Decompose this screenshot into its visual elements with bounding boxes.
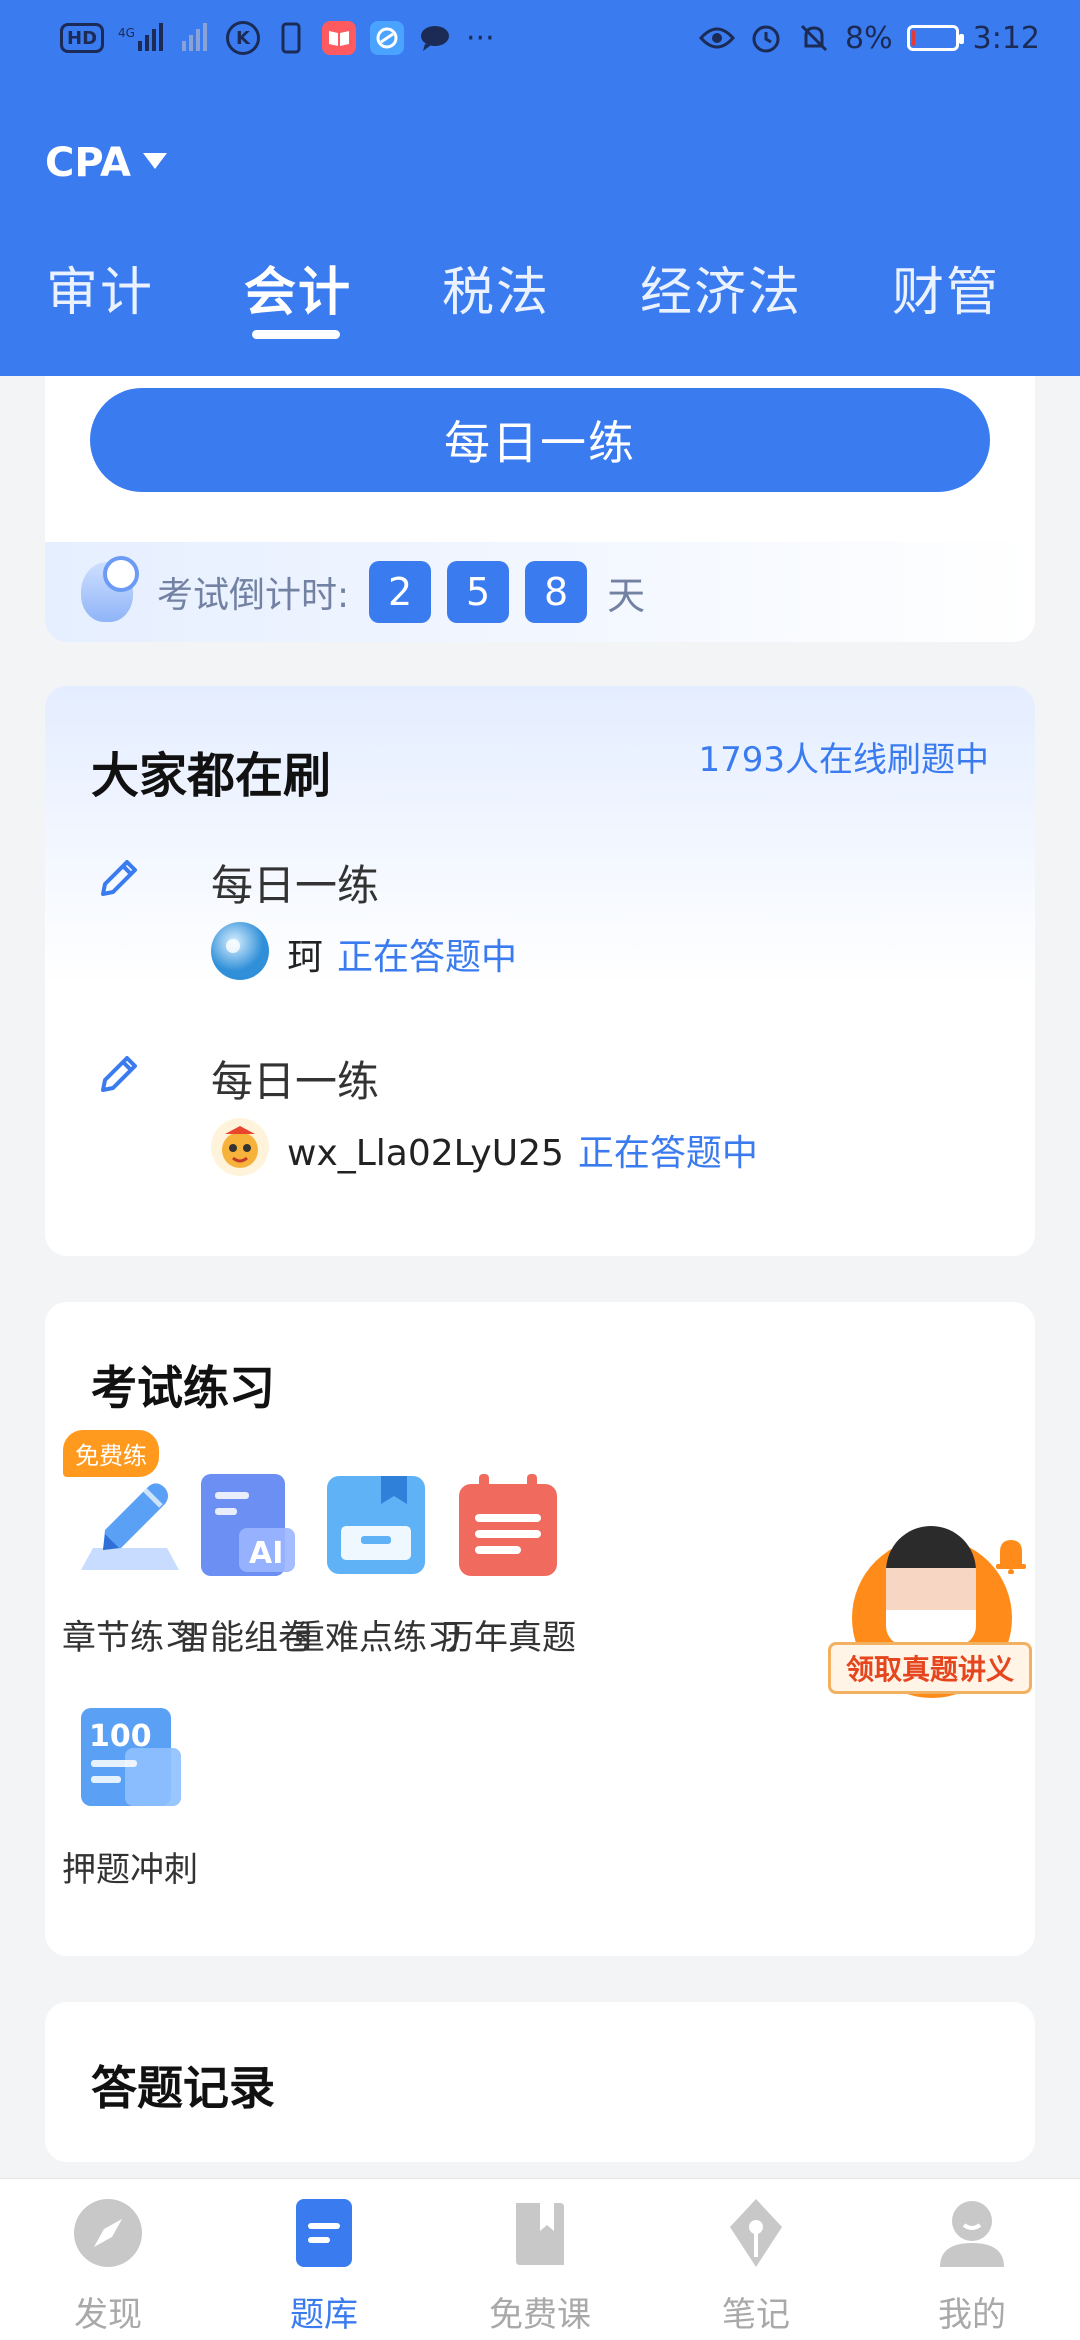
avatar (211, 922, 269, 980)
svg-text:4G: 4G (118, 26, 135, 40)
exam-selector-label: CPA (45, 140, 131, 186)
tab-accounting[interactable]: 会计 (244, 250, 352, 325)
book-icon (504, 2197, 576, 2269)
more-icon: ··· (466, 20, 495, 56)
clock-time: 3:12 (972, 20, 1040, 56)
inbox-icon (321, 1470, 431, 1580)
tab-financial-management[interactable]: 财管 (892, 250, 1000, 325)
section-title: 大家都在刷 (91, 748, 332, 804)
nav-question-bank[interactable]: 题库 (254, 2197, 394, 2336)
user-name: 珂 (287, 937, 324, 978)
answer-records-card[interactable]: 答题记录 (45, 2002, 1035, 2162)
question-bank-icon (288, 2197, 360, 2269)
message-app-icon (418, 21, 452, 55)
past-exams[interactable]: 历年真题 (423, 1470, 593, 1659)
countdown-digit: 8 (525, 561, 588, 623)
feature-label: 历年真题 (440, 1618, 576, 1658)
battery-icon (906, 25, 964, 51)
mute-bell-icon (797, 21, 831, 55)
nav-label: 免费课 (489, 2295, 591, 2335)
status-right: 8% 3:12 (699, 21, 1040, 56)
avatar (211, 1118, 269, 1176)
countdown-unit: 天 (607, 573, 646, 618)
tab-tax-law[interactable]: 税法 (442, 250, 550, 325)
promo-floating-button[interactable]: 领取真题讲义 (826, 1512, 1036, 1722)
subject-tabs: 审计 会计 税法 经济法 财管 (0, 250, 1080, 350)
svg-text:100: 100 (89, 1719, 152, 1754)
pencil-icon (101, 860, 137, 896)
exam-countdown: 考试倒计时: 2 5 8 天 (45, 542, 1035, 642)
user-status: 正在答题中 (577, 1133, 758, 1174)
score-100-icon: 100 (75, 1702, 185, 1812)
bell-icon (994, 1534, 1028, 1583)
eye-icon (699, 21, 736, 55)
svg-text:AI: AI (249, 1536, 283, 1571)
teacher-avatar (886, 1526, 976, 1646)
activity-item[interactable]: 每日一练 珂正在答题中 (95, 856, 795, 986)
profile-icon (936, 2197, 1008, 2269)
nav-label: 发现 (74, 2295, 142, 2335)
book-app-icon (322, 21, 357, 55)
battery-percent: 8% (845, 20, 893, 56)
section-title: 考试练习 (91, 1361, 275, 1415)
bottom-nav: 发现 题库 免费课 笔记 我的 (0, 2178, 1080, 2340)
user-status: 正在答题中 (337, 937, 518, 978)
nav-label: 我的 (938, 2295, 1006, 2335)
countdown-label: 考试倒计时: (157, 575, 350, 616)
free-badge: 免费练 (63, 1430, 159, 1477)
clock-icon (81, 556, 139, 622)
caret-down-icon (142, 153, 167, 169)
nav-free-courses[interactable]: 免费课 (470, 2197, 610, 2336)
signal-2-icon (178, 21, 212, 55)
hd-icon: HD (60, 23, 105, 53)
signal-4g-icon: 4G (118, 21, 164, 55)
online-count: 1793人在线刷题中 (698, 740, 989, 780)
pencil-icon (101, 1056, 137, 1092)
alarm-icon (749, 21, 783, 55)
popular-practice-card: 大家都在刷 1793人在线刷题中 每日一练 珂正在答题中 每日一练 wx_Lla… (45, 686, 1035, 1256)
phone-icon (274, 21, 308, 55)
promo-label: 领取真题讲义 (828, 1642, 1032, 1694)
section-title: 答题记录 (91, 2061, 275, 2115)
status-left: HD 4G K ··· (60, 21, 495, 56)
nav-label: 题库 (290, 2295, 358, 2335)
activity-user-line: 珂正在答题中 (287, 928, 517, 980)
activity-title: 每日一练 (211, 1057, 380, 1106)
compass-icon (72, 2197, 144, 2269)
tab-economic-law[interactable]: 经济法 (640, 250, 802, 325)
activity-user-line: wx_Lla02LyU25 正在答题中 (287, 1124, 758, 1176)
daily-practice-button[interactable]: 每日一练 (90, 388, 990, 492)
calendar-icon (453, 1470, 563, 1580)
app-header: HD 4G K ··· 8% 3:12 CPA 审计 会计 税法 经济法 财管 (0, 0, 1080, 376)
final-sprint[interactable]: 100 押题冲刺 (45, 1702, 215, 1891)
ai-paper-icon: AI (189, 1470, 299, 1580)
activity-title: 每日一练 (211, 861, 380, 910)
nav-discover[interactable]: 发现 (38, 2197, 178, 2336)
k-app-icon: K (226, 21, 261, 55)
activity-item[interactable]: 每日一练 wx_Lla02LyU25 正在答题中 (95, 1052, 895, 1182)
nav-notes[interactable]: 笔记 (686, 2197, 826, 2336)
browser-app-icon (370, 21, 405, 55)
tab-audit[interactable]: 审计 (46, 250, 154, 325)
pen-nib-icon (720, 2197, 792, 2269)
active-tab-indicator (252, 330, 340, 339)
nav-label: 笔记 (722, 2295, 790, 2335)
nav-profile[interactable]: 我的 (902, 2197, 1042, 2336)
countdown-digit: 5 (447, 561, 510, 623)
feature-label: 押题冲刺 (62, 1850, 198, 1890)
countdown-digit: 2 (369, 561, 432, 623)
exam-selector[interactable]: CPA (45, 140, 167, 186)
status-bar: HD 4G K ··· 8% 3:12 (0, 0, 1080, 76)
user-name: wx_Lla02LyU25 (287, 1133, 564, 1174)
